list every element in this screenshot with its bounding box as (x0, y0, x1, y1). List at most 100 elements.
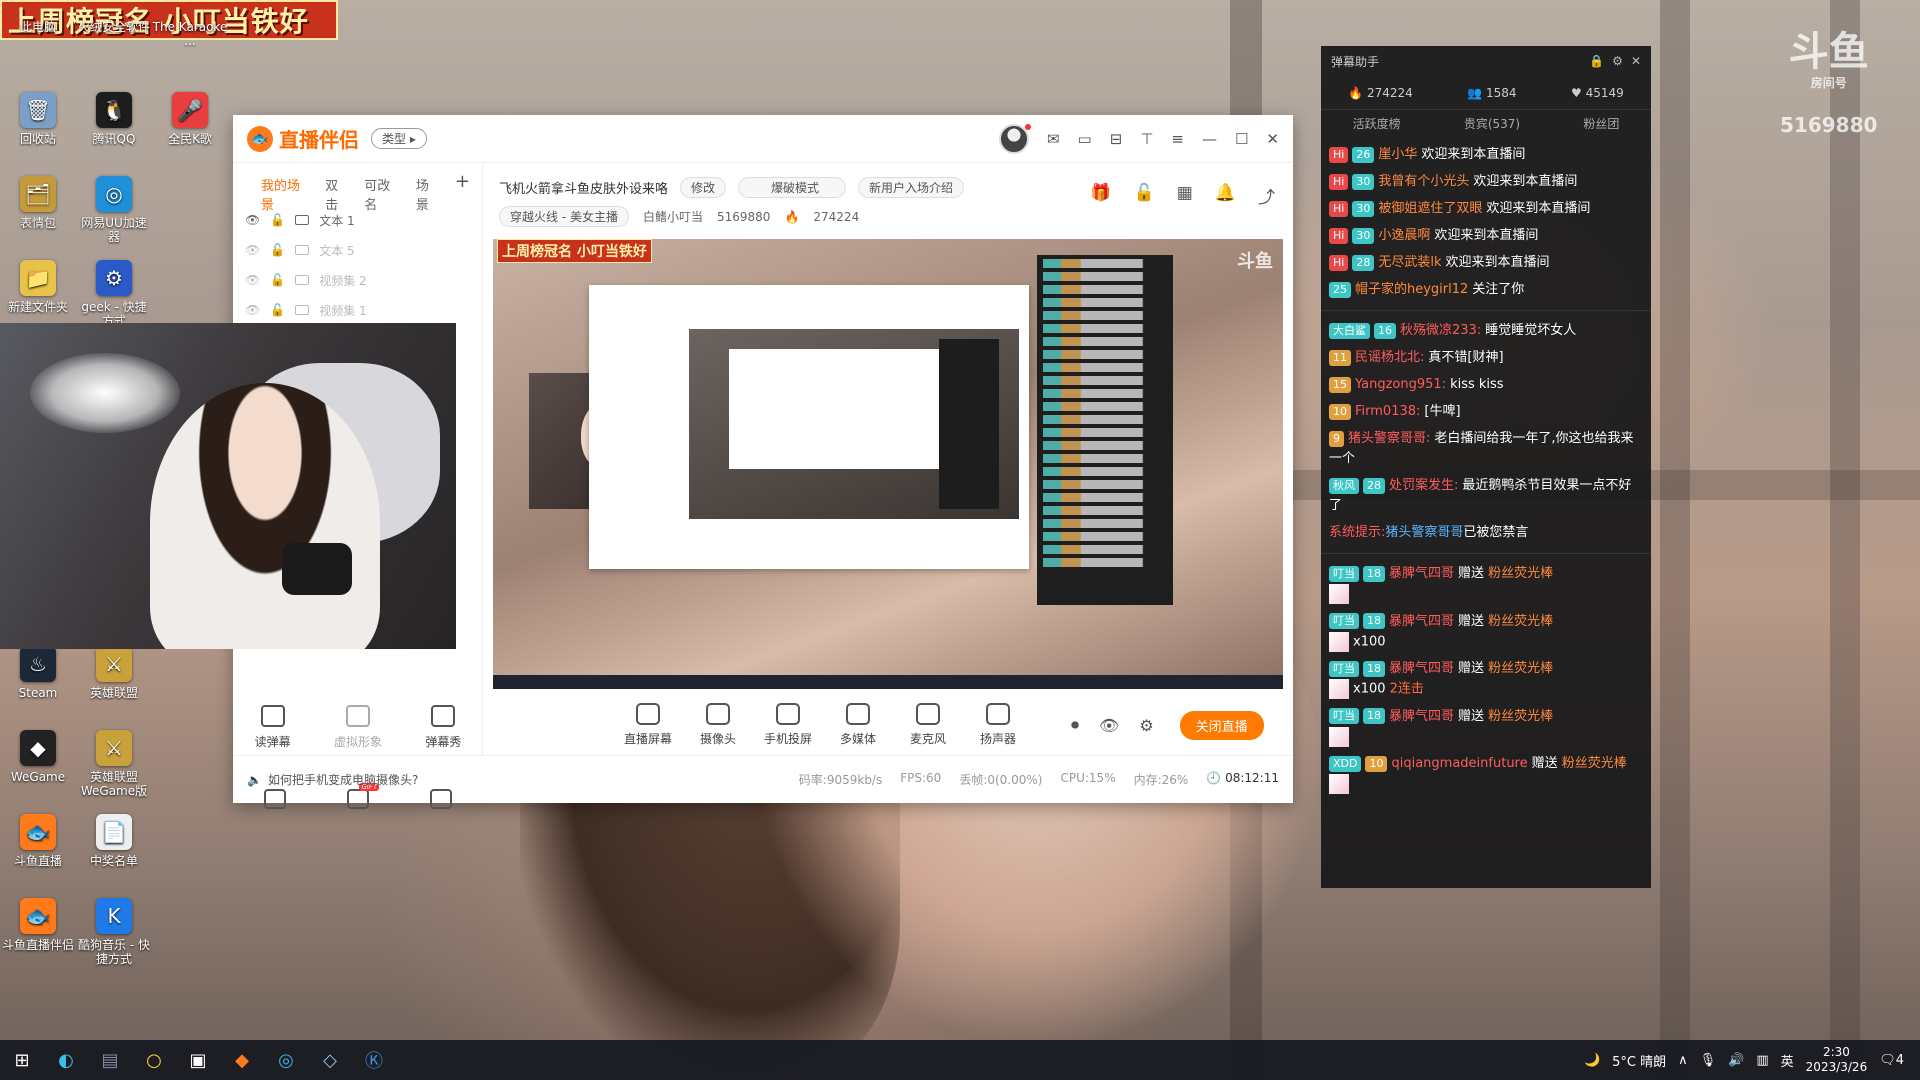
left-tool-button[interactable]: 虚拟形象 (334, 705, 382, 750)
tab-scene[interactable]: 场景 (416, 175, 441, 213)
tab-rename[interactable]: 可改名 (364, 175, 402, 213)
control-microphone[interactable]: 麦克风 (893, 703, 963, 747)
desktop-icon[interactable]: ◆ WeGame (0, 730, 76, 784)
desktop-icon[interactable]: 📁 新建文件夹 (0, 260, 76, 314)
desktop-icon[interactable]: The Karaoke ... (152, 20, 228, 48)
layout-icon[interactable]: ▦ (1177, 183, 1193, 208)
desktop-icon[interactable]: ⚔ 英雄联盟 (76, 646, 152, 700)
desktop-icon[interactable]: 🐧 腾讯QQ (76, 92, 152, 146)
user-nickname: 暴脾气四哥 (1389, 708, 1455, 724)
user-nickname: Yangzong951: (1355, 377, 1447, 392)
mail-icon[interactable]: ✉ (1047, 130, 1060, 148)
danmu-message-list[interactable]: Hi 26 崖小华 欢迎来到本直播间 Hi 30 我曾有个小光头 欢迎来到本直播间 Hi 30 被御… (1321, 136, 1651, 804)
eye-icon[interactable]: 👁 (245, 243, 260, 257)
chevron-up-icon[interactable]: ∧ (1678, 1053, 1688, 1068)
desktop-icon[interactable]: 🎤 全民K歌 (152, 92, 228, 146)
desktop-icon[interactable]: 此电脑 (0, 20, 76, 34)
taskbar-notes-icon[interactable]: ◇ (308, 1040, 352, 1080)
gear-icon[interactable]: ⚙ (1139, 716, 1153, 735)
shirt-icon[interactable]: ⊤ (1140, 130, 1153, 148)
tip-link[interactable]: 🔈 如何把手机变成电脑摄像头? (247, 771, 418, 788)
taskbar-kugou-icon[interactable]: Ⓚ (352, 1040, 396, 1080)
stream-preview[interactable]: 上周榜冠名 小叮当铁好 斗鱼 (493, 239, 1283, 689)
gift-name: 粉丝荧光棒 (1488, 661, 1554, 676)
lock-icon[interactable]: 🔓 (270, 213, 285, 227)
mic-icon[interactable]: 🎙 (1700, 1053, 1717, 1068)
new-user-intro-button[interactable]: 新用户入场介绍 (858, 177, 965, 198)
taskbar-app-icon[interactable]: ▤ (88, 1040, 132, 1080)
taskbar-window-icon[interactable]: ▣ (176, 1040, 220, 1080)
tab-fans[interactable]: 粉丝团 (1583, 115, 1619, 132)
desktop-icon[interactable]: 🐟 斗鱼直播伴侣 (0, 898, 76, 952)
taskbar-circle-icon[interactable]: ○ (132, 1040, 176, 1080)
control-camera[interactable]: 摄像头 (683, 703, 753, 747)
edit-title-button[interactable]: 修改 (680, 177, 727, 198)
ime-indicator[interactable]: 英 (1781, 1051, 1794, 1070)
user-avatar[interactable] (998, 123, 1031, 154)
clock[interactable]: 2:30 2023/3/26 (1806, 1045, 1868, 1075)
left-tool-button[interactable]: 弹幕秀 (425, 705, 461, 750)
bell-icon[interactable]: 🔔 (1215, 183, 1236, 208)
close-icon[interactable]: ✕ (1631, 54, 1641, 68)
user-nickname: 崖小华 (1378, 147, 1418, 162)
edge-icon[interactable]: ◐ (44, 1040, 88, 1080)
desktop-icon[interactable]: K 酷狗音乐 - 快捷方式 (76, 898, 152, 966)
desktop-icon[interactable]: 🗂 表情包 (0, 176, 76, 230)
lock-icon[interactable]: 🔓 (270, 303, 285, 317)
tab-activity[interactable]: 活跃度榜 (1353, 115, 1401, 132)
left-tool-button[interactable]: 读弹幕 (255, 705, 291, 750)
source-item[interactable]: 👁 🔓 文本 5 (245, 235, 482, 265)
gift-box-icon[interactable]: 🎁 (1090, 183, 1111, 208)
desktop-icon[interactable]: ◎ 网易UU加速器 (76, 176, 152, 244)
notification-icon[interactable]: 🗨4 (1879, 1053, 1904, 1068)
source-item[interactable]: 👁 🔓 视频集 1 (245, 295, 482, 325)
source-item[interactable]: 👁 🔓 视频集 2 (245, 265, 482, 295)
eye-icon[interactable]: 👁 (245, 303, 260, 317)
glow-stick-icon (1329, 774, 1349, 794)
danmu-assistant[interactable]: 弹幕助手 🔒 ⚙ ✕ 🔥 274224 👥 1584 ♥ 45149 活跃度榜 … (1321, 46, 1651, 888)
desktop-icon[interactable]: 📄 中奖名单 (76, 814, 152, 868)
lock-icon[interactable]: 🔓 (270, 273, 285, 287)
control-phone-cast[interactable]: 手机投屏 (753, 703, 823, 747)
desktop-icon[interactable]: ⚔ 英雄联盟WeGame版 (76, 730, 152, 798)
desktop-icon[interactable]: ♨ Steam (0, 646, 76, 700)
eye-icon[interactable]: 👁 (245, 273, 260, 287)
eye-icon[interactable]: 👁 (245, 213, 260, 227)
monitor-icon[interactable]: ⊟ (1110, 130, 1123, 148)
lock-icon[interactable]: 🔓 (1134, 183, 1155, 208)
weather-text[interactable]: 5°C 晴朗 (1612, 1051, 1666, 1070)
control-screen-share[interactable]: 直播屏幕 (613, 703, 683, 747)
control-media[interactable]: 多媒体 (823, 703, 893, 747)
stop-live-button[interactable]: 关闭直播 (1179, 710, 1264, 740)
tab-vip[interactable]: 贵宾(537) (1464, 115, 1520, 132)
add-scene-icon[interactable]: + (455, 173, 470, 203)
tab-my-scenes[interactable]: 我的场景 (261, 175, 311, 213)
mode-selector[interactable]: 爆破模式 (738, 177, 847, 198)
webcam-overlay[interactable] (0, 323, 456, 649)
lock-icon[interactable]: 🔒 (1589, 54, 1604, 68)
network-icon[interactable]: ▥ (1756, 1053, 1768, 1068)
volume-icon[interactable]: 🔊 (1728, 1053, 1744, 1068)
menu-icon[interactable]: ≡ (1171, 130, 1184, 148)
record-icon[interactable]: ⏺ (1071, 715, 1079, 735)
control-speaker[interactable]: 扬声器 (963, 703, 1033, 747)
eye-icon[interactable]: 👁 (1099, 716, 1119, 735)
lock-icon[interactable]: 🔓 (270, 243, 285, 257)
desktop-icon[interactable]: 火绒安全软件 (76, 20, 152, 34)
watermark-sub: 房间号 (1810, 76, 1847, 90)
taskbar-uu-icon[interactable]: ◎ (264, 1040, 308, 1080)
close-icon[interactable]: ✕ (1266, 130, 1279, 148)
type-selector[interactable]: 类型 ▸ (371, 128, 427, 149)
minimize-icon[interactable]: — (1202, 130, 1217, 148)
share-icon[interactable]: ⤴ (1258, 183, 1275, 208)
desktop-icon[interactable]: 🐟 斗鱼直播 (0, 814, 76, 868)
gear-icon[interactable]: ⚙ (1612, 54, 1623, 68)
maximize-icon[interactable]: ☐ (1235, 130, 1248, 148)
desktop-icon[interactable]: 🗑 回收站 (0, 92, 76, 146)
tab-double-click[interactable]: 双击 (325, 175, 350, 213)
screen-icon[interactable]: ▭ (1078, 130, 1092, 148)
start-icon[interactable]: ⊞ (0, 1040, 44, 1080)
desktop-icon[interactable]: ⚙ geek - 快捷方式 (76, 260, 152, 328)
taskbar-douyu-icon[interactable]: ◆ (220, 1040, 264, 1080)
category-selector[interactable]: 穿越火线 - 美女主播 (499, 206, 629, 227)
